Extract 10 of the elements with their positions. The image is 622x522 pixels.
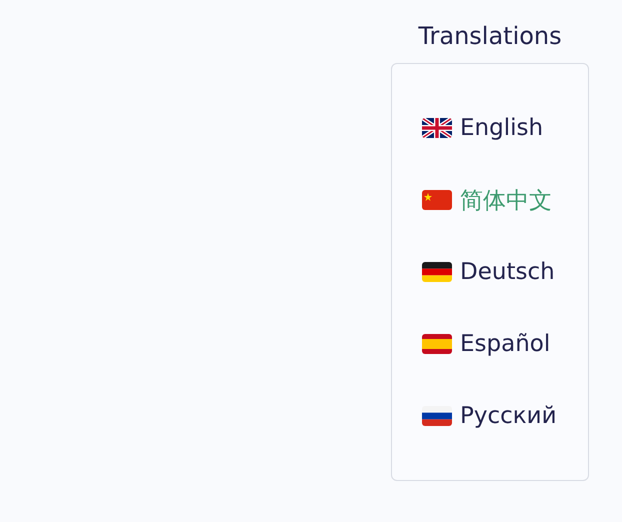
language-link[interactable]: Русский xyxy=(460,403,557,429)
language-link[interactable]: English xyxy=(460,115,544,141)
flag-icon xyxy=(422,406,452,426)
flag-icon xyxy=(422,334,452,354)
flag-icon xyxy=(422,118,452,138)
flag-icon xyxy=(422,190,452,210)
panel-title: Translations xyxy=(418,22,562,50)
flag-icon xyxy=(422,262,452,282)
language-link[interactable]: Deutsch xyxy=(460,259,555,285)
language-link[interactable]: Español xyxy=(460,331,550,357)
